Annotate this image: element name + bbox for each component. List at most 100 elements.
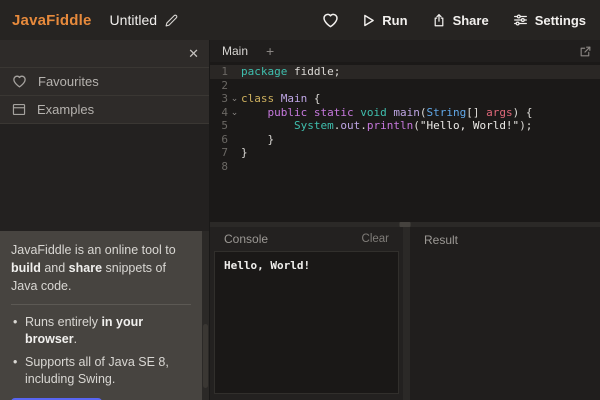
code-line: 3⌄class Main {	[210, 92, 600, 106]
code-token: (	[420, 106, 427, 119]
add-tab-button[interactable]: +	[260, 43, 280, 59]
app-logo: JavaFiddle	[12, 12, 92, 29]
code-text: }	[241, 133, 600, 147]
code-token: main	[393, 106, 420, 119]
fold-gutter	[228, 65, 241, 79]
sidebar-item-examples[interactable]: Examples	[0, 96, 209, 124]
line-number: 8	[210, 160, 228, 174]
code-token: );	[519, 119, 532, 132]
code-token: public	[268, 106, 308, 119]
code-line: 4⌄ public static void main(String[] args…	[210, 106, 600, 120]
about-bullet: Supports all of Java SE 8, including Swi…	[11, 354, 191, 388]
run-label: Run	[382, 13, 407, 28]
horizontal-splitter[interactable]	[210, 222, 600, 227]
settings-button[interactable]: Settings	[513, 13, 586, 28]
about-intro: JavaFiddle is an online tool to build an…	[11, 242, 191, 295]
fold-gutter	[228, 146, 241, 160]
sidebar: ✕ Favourites Examples JavaFi	[0, 40, 210, 400]
console-output-line: Hello, World!	[224, 259, 310, 272]
heart-icon	[322, 13, 339, 28]
sidebar-nav: ✕ Favourites Examples	[0, 40, 209, 124]
heart-icon	[12, 75, 27, 88]
code-text: System.out.println("Hello, World!");	[241, 119, 600, 133]
code-text	[241, 160, 600, 174]
sidebar-item-label: Favourites	[38, 74, 99, 89]
splitter-handle[interactable]	[400, 222, 411, 227]
code-editor[interactable]: 1package fiddle;23⌄class Main {4⌄ public…	[210, 62, 600, 222]
code-token	[307, 106, 314, 119]
code-token: fiddle;	[287, 65, 340, 78]
about-panel: JavaFiddle is an online tool to build an…	[0, 231, 209, 400]
run-button[interactable]: Run	[363, 13, 407, 28]
window-icon	[12, 103, 26, 116]
result-panel: Result	[410, 227, 600, 400]
fold-gutter	[228, 160, 241, 174]
code-line: 7}	[210, 146, 600, 160]
about-divider	[11, 304, 191, 305]
text-segment: .	[74, 332, 77, 346]
document-title: Untitled	[110, 12, 157, 28]
code-token: ) {	[513, 106, 533, 119]
code-token: static	[314, 106, 354, 119]
code-token: out	[340, 119, 360, 132]
code-line: 5 System.out.println("Hello, World!");	[210, 119, 600, 133]
share-icon	[432, 13, 446, 28]
code-line: 1 package fiddle;	[210, 65, 600, 79]
about-bullets: Runs entirely in your browser.Supports a…	[11, 314, 191, 388]
text-segment: share	[69, 261, 102, 275]
output-area: Console Clear Hello, World! Result	[210, 227, 600, 400]
line-number: 3	[210, 92, 228, 106]
fold-arrow-icon[interactable]: ⌄	[228, 92, 241, 106]
result-header: Result	[410, 227, 600, 253]
line-number: 1	[210, 65, 228, 79]
share-button[interactable]: Share	[432, 13, 489, 28]
javafiddle-app: JavaFiddle Untitled Run Share	[0, 0, 600, 400]
code-token	[241, 119, 294, 132]
line-number: 7	[210, 146, 228, 160]
console-panel: Console Clear Hello, World!	[210, 227, 403, 400]
text-segment: build	[11, 261, 41, 275]
close-icon[interactable]: ✕	[188, 47, 199, 60]
topbar: JavaFiddle Untitled Run Share	[0, 0, 600, 40]
code-token: "Hello, World!"	[420, 119, 519, 132]
tab-bar: Main +	[210, 40, 600, 62]
code-token: String	[427, 106, 467, 119]
text-segment: JavaFiddle is an online tool to	[11, 243, 176, 257]
console-title: Console	[224, 232, 268, 246]
text-segment: Runs entirely	[25, 315, 101, 329]
fold-gutter	[228, 133, 241, 147]
main-area: Main + 1package fiddle;23⌄class Main {4⌄…	[210, 40, 600, 400]
sidebar-close-row: ✕	[0, 40, 209, 68]
tab-main[interactable]: Main	[210, 40, 260, 62]
code-line: 8	[210, 160, 600, 174]
code-token: args	[486, 106, 513, 119]
result-title: Result	[424, 233, 458, 247]
external-link-icon[interactable]	[579, 45, 592, 58]
code-token: package	[241, 65, 287, 78]
fold-gutter	[228, 119, 241, 133]
code-text: public static void main(String[] args) {	[241, 106, 600, 120]
sidebar-scrollbar[interactable]	[202, 231, 209, 400]
code-token: []	[466, 106, 486, 119]
favourite-button[interactable]	[322, 13, 339, 28]
code-token: System	[294, 119, 334, 132]
text-segment: and	[41, 261, 69, 275]
pencil-icon[interactable]	[165, 14, 178, 27]
code-token: void	[360, 106, 387, 119]
code-text: class Main {	[241, 92, 600, 106]
code-text: package fiddle;	[241, 65, 600, 79]
sidebar-item-label: Examples	[37, 102, 94, 117]
fold-arrow-icon[interactable]: ⌄	[228, 106, 241, 120]
sidebar-item-favourites[interactable]: Favourites	[0, 68, 209, 96]
code-token: }	[241, 146, 248, 159]
app-body: ✕ Favourites Examples JavaFi	[0, 40, 600, 400]
clear-console-button[interactable]: Clear	[362, 233, 389, 245]
code-token	[274, 92, 281, 105]
fold-gutter	[228, 79, 241, 93]
vertical-splitter[interactable]	[403, 227, 410, 400]
line-number: 4	[210, 106, 228, 120]
scrollbar-thumb[interactable]	[203, 324, 208, 388]
play-icon	[363, 14, 375, 27]
code-text	[241, 79, 600, 93]
code-token: println	[367, 119, 413, 132]
